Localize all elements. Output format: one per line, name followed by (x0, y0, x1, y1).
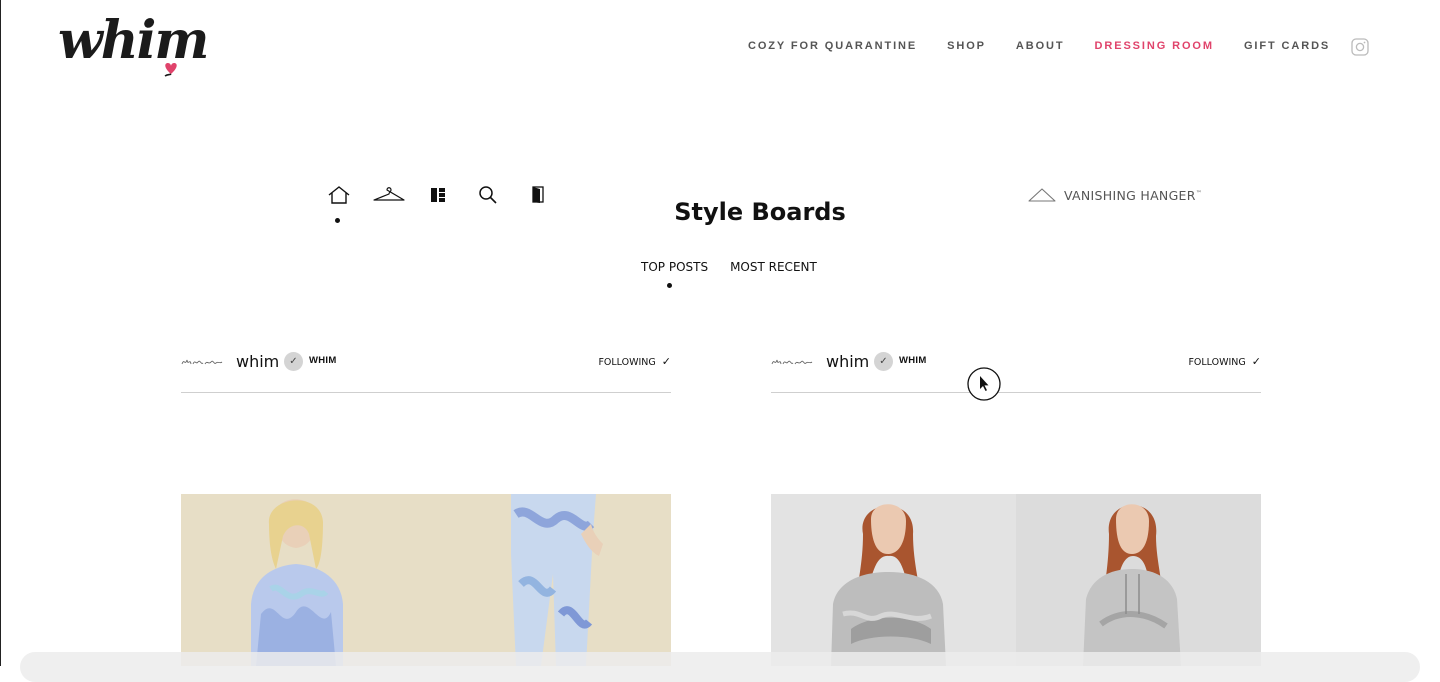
vanishing-hanger-label: VANISHING HANGER™ (1064, 188, 1202, 203)
following-label: FOLLOWING (598, 357, 656, 368)
verified-check-icon: ✓ (874, 352, 893, 371)
brand-site-logo[interactable] (771, 356, 813, 368)
following-check-icon: ✓ (661, 355, 671, 368)
page-title: Style Boards (674, 198, 846, 227)
post-brand-name[interactable]: WHIM (899, 355, 927, 366)
toolbar-selected-indicator (335, 218, 340, 223)
closet-door-icon[interactable] (525, 184, 551, 206)
nav-cozy-for-quarantine[interactable]: COZY FOR QUARANTINE (748, 40, 917, 52)
dressing-room-toolbar (326, 184, 556, 228)
brand-site-logo[interactable] (181, 356, 223, 368)
following-check-icon: ✓ (1251, 355, 1261, 368)
vanishing-hanger-icon (1028, 188, 1056, 202)
nav-gift-cards[interactable]: GIFT CARDS (1244, 40, 1330, 52)
instagram-icon[interactable] (1351, 38, 1369, 56)
post-card: whim ✓ WHIM FOLLOWING ✓ (771, 346, 1261, 666)
home-icon[interactable] (326, 184, 352, 206)
nav-about[interactable]: ABOUT (1016, 40, 1065, 52)
tie-dye-loungewear-photo[interactable] (181, 494, 671, 666)
vanishing-hanger-link[interactable]: VANISHING HANGER™ (1028, 187, 1202, 203)
main-nav: COZY FOR QUARANTINE SHOP ABOUT DRESSING … (748, 40, 1360, 52)
post-username[interactable]: whim (236, 352, 279, 371)
post-tabs: TOP POSTS MOST RECENT (641, 260, 839, 274)
following-button[interactable]: FOLLOWING ✓ (598, 355, 671, 368)
verified-check-icon: ✓ (284, 352, 303, 371)
search-icon[interactable] (475, 184, 501, 206)
boards-icon[interactable] (425, 184, 451, 206)
nav-dressing-room[interactable]: DRESSING ROOM (1095, 40, 1214, 52)
bottom-overlay-bar (20, 652, 1420, 682)
nav-shop[interactable]: SHOP (947, 40, 986, 52)
logo-text: whim (58, 10, 209, 71)
post-card: whim ✓ WHIM FOLLOWING ✓ (181, 346, 671, 666)
trademark-symbol: ™ (1195, 189, 1203, 197)
whim-logo[interactable]: whim (58, 8, 209, 82)
following-button[interactable]: FOLLOWING ✓ (1188, 355, 1261, 368)
tab-top-posts[interactable]: TOP POSTS (641, 260, 708, 274)
tab-selected-indicator (667, 283, 672, 288)
page-left-border (0, 0, 1, 666)
vanishing-hanger-text: VANISHING HANGER (1064, 187, 1196, 203)
tab-most-recent[interactable]: MOST RECENT (730, 260, 817, 274)
snakeskin-hoodie-photo[interactable] (771, 494, 1261, 666)
post-header: whim ✓ WHIM FOLLOWING ✓ (181, 346, 671, 393)
hanger-icon[interactable] (372, 184, 406, 206)
post-brand-name[interactable]: WHIM (309, 355, 337, 366)
post-header: whim ✓ WHIM FOLLOWING ✓ (771, 346, 1261, 393)
mouse-cursor (967, 367, 1001, 401)
heart-icon (164, 63, 177, 77)
following-label: FOLLOWING (1188, 357, 1246, 368)
post-username[interactable]: whim (826, 352, 869, 371)
